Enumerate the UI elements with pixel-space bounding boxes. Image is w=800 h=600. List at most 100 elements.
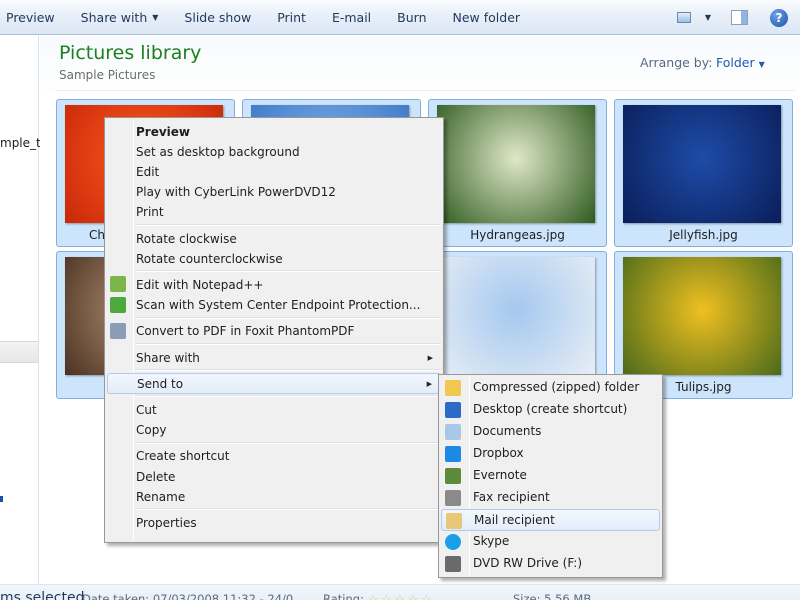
- desktop-icon: [445, 402, 461, 418]
- rating-label: Rating:: [323, 592, 364, 600]
- menu-separator: [135, 270, 441, 273]
- toolbar-slide-show-button[interactable]: Slide show: [171, 0, 264, 35]
- menu-item-label: Edit: [136, 164, 160, 179]
- menu-item-label: DVD RW Drive (F:): [473, 556, 583, 570]
- menu-item-label: Properties: [136, 515, 197, 530]
- notepad-plus-plus-icon: [110, 276, 126, 293]
- menu-item-label: Send to: [137, 376, 184, 391]
- send-to-evernote[interactable]: Evernote: [441, 465, 660, 487]
- menu-item-cut[interactable]: Cut: [107, 399, 441, 420]
- send-to-compressed-zipped-folder[interactable]: Compressed (zipped) folder: [441, 377, 660, 399]
- picture-thumbnail: [623, 105, 781, 223]
- menu-item-label: Edit with Notepad++: [136, 277, 264, 292]
- send-to-dvd-rw-drive-f[interactable]: DVD RW Drive (F:): [441, 553, 660, 575]
- library-subtitle: Sample Pictures: [59, 68, 156, 82]
- menu-item-play-with-cyberlink-powerdvd12[interactable]: Play with CyberLink PowerDVD12: [107, 182, 441, 203]
- menu-separator: [135, 369, 441, 372]
- library-title: Pictures library: [59, 42, 202, 64]
- menu-item-label: Create shortcut: [136, 449, 230, 464]
- skype-icon: [445, 534, 461, 550]
- toolbar-button-label: Burn: [397, 9, 427, 25]
- send-to-mail-recipient[interactable]: Mail recipient: [441, 509, 660, 531]
- send-to-documents[interactable]: Documents: [441, 421, 660, 443]
- toolbar-preview-button[interactable]: Preview: [0, 0, 68, 35]
- evernote-icon: [445, 468, 461, 484]
- menu-item-scan-with-system-center-endpoint-protection[interactable]: Scan with System Center Endpoint Protect…: [107, 295, 441, 316]
- toolbar-new-folder-button[interactable]: New folder: [440, 0, 534, 35]
- picture-tile[interactable]: Hydrangeas.jpg: [428, 99, 607, 247]
- toolbar-e-mail-button[interactable]: E-mail: [319, 0, 384, 35]
- menu-item-share-with[interactable]: Share with ▶: [107, 347, 441, 368]
- send-to-submenu: Compressed (zipped) folder Desktop (creat…: [438, 374, 663, 578]
- toolbar-button-label: E-mail: [331, 9, 372, 25]
- menu-item-edit-with-notepad[interactable]: Edit with Notepad++: [107, 274, 441, 295]
- menu-separator: [135, 343, 441, 345]
- chevron-down-icon: ▼: [152, 12, 159, 22]
- menu-item-set-as-desktop-background[interactable]: Set as desktop background: [107, 141, 441, 162]
- toolbar-burn-button[interactable]: Burn: [384, 0, 439, 35]
- menu-separator: [135, 441, 441, 444]
- rating-stars[interactable]: ☆☆☆☆☆: [368, 592, 435, 600]
- menu-item-print[interactable]: Print: [107, 202, 441, 223]
- menu-item-label: Mail recipient: [474, 513, 555, 527]
- mail-icon: [446, 513, 462, 529]
- menu-item-delete[interactable]: Delete: [107, 466, 441, 487]
- menu-item-label: Print: [136, 205, 164, 220]
- menu-item-label: Preview: [136, 124, 191, 139]
- zip-folder-icon: [445, 380, 461, 396]
- menu-item-rename[interactable]: Rename: [107, 486, 441, 507]
- menu-item-label: Share with: [136, 350, 200, 365]
- send-to-fax-recipient[interactable]: Fax recipient: [441, 487, 660, 509]
- picture-filename: Jellyfish.jpg: [669, 228, 738, 242]
- menu-separator: [135, 508, 441, 511]
- menu-item-convert-to-pdf-in-foxit-phantompdf[interactable]: Convert to PDF in Foxit PhantomPDF: [107, 321, 441, 342]
- menu-item-label: Cut: [136, 402, 157, 417]
- nav-link-fragment[interactable]: [0, 496, 3, 502]
- menu-item-label: Skype: [473, 534, 510, 548]
- toolbar-button-label: Share with: [80, 9, 148, 25]
- menu-item-label: Rotate counterclockwise: [136, 251, 283, 266]
- menu-item-label: Set as desktop background: [136, 144, 300, 159]
- dvd-drive-icon: [445, 556, 461, 572]
- picture-thumbnail: [437, 105, 595, 223]
- send-to-desktop-create-shortcut[interactable]: Desktop (create shortcut): [441, 399, 660, 421]
- change-view-icon[interactable]: [676, 12, 691, 23]
- toolbar-share-with-button[interactable]: Share with ▼: [68, 0, 172, 35]
- help-icon[interactable]: ?: [770, 8, 788, 27]
- command-bar: Preview Share with ▼ Slide show Print E-mail B…: [0, 0, 800, 35]
- menu-item-properties[interactable]: Properties: [107, 512, 441, 533]
- menu-item-rotate-counterclockwise[interactable]: Rotate counterclockwise: [107, 248, 441, 269]
- menu-item-label: Play with CyberLink PowerDVD12: [136, 185, 336, 200]
- menu-item-label: Documents: [473, 424, 542, 438]
- menu-item-label: Dropbox: [473, 446, 524, 460]
- fax-icon: [445, 490, 461, 506]
- picture-thumbnail: [437, 257, 595, 375]
- menu-item-label: Convert to PDF in Foxit PhantomPDF: [136, 324, 355, 339]
- menu-item-edit[interactable]: Edit: [107, 161, 441, 182]
- menu-item-preview[interactable]: Preview: [107, 121, 441, 142]
- submenu-arrow-icon: ▶: [427, 353, 433, 362]
- nav-item-selected[interactable]: [0, 341, 38, 363]
- menu-item-send-to[interactable]: Send to ▶: [107, 373, 441, 395]
- menu-item-copy[interactable]: Copy: [107, 420, 441, 441]
- view-options-arrow-icon[interactable]: ▼: [705, 13, 711, 22]
- toolbar-print-button[interactable]: Print: [264, 0, 319, 35]
- endpoint-protection-icon: [110, 296, 126, 313]
- send-to-dropbox[interactable]: Dropbox: [441, 443, 660, 465]
- menu-item-label: Evernote: [473, 468, 527, 482]
- documents-icon: [445, 424, 461, 440]
- arrange-by-dropdown[interactable]: Folder ▼: [716, 55, 765, 70]
- header-divider: [55, 90, 795, 91]
- toolbar-button-label: New folder: [452, 9, 521, 25]
- send-to-skype[interactable]: Skype: [441, 531, 660, 553]
- details-pane: ms selected Date taken: 07/03/2008 11:32…: [0, 584, 800, 600]
- menu-item-rotate-clockwise[interactable]: Rotate clockwise: [107, 228, 441, 249]
- menu-item-label: Desktop (create shortcut): [473, 402, 628, 416]
- picture-thumbnail: [623, 257, 781, 375]
- picture-tile[interactable]: Jellyfish.jpg: [614, 99, 793, 247]
- toolbar-button-label: Print: [277, 9, 306, 25]
- menu-item-create-shortcut[interactable]: Create shortcut: [107, 446, 441, 467]
- preview-pane-icon[interactable]: [731, 10, 748, 25]
- arrange-by-label: Arrange by:: [640, 55, 713, 70]
- menu-separator: [135, 395, 441, 398]
